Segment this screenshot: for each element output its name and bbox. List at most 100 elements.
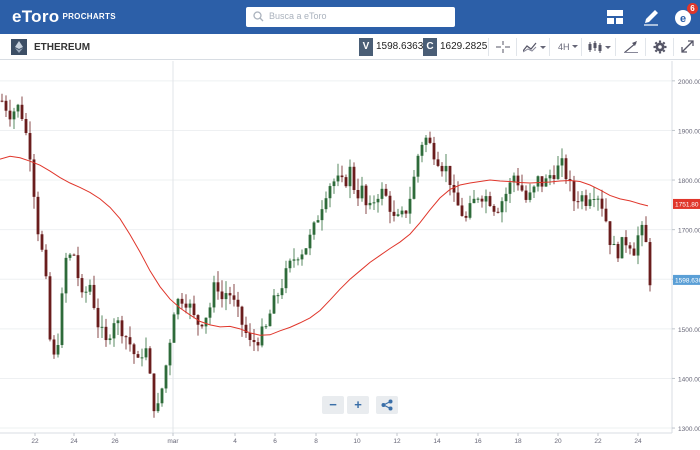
sell-tag: V: [359, 38, 373, 56]
x-tick-label: 14: [433, 438, 441, 445]
candle-body: [428, 137, 432, 143]
candle-body: [80, 278, 84, 293]
drawing-icon: [624, 41, 638, 53]
candle-body: [132, 344, 136, 355]
candle-body: [476, 198, 480, 200]
y-tick-label: 1900.00: [678, 128, 700, 135]
timeframe-select[interactable]: 4H: [549, 38, 581, 56]
candle-body: [12, 111, 16, 120]
x-tick-label: 6: [273, 438, 277, 445]
candle-body: [388, 195, 392, 212]
logo-subtitle: PROCHARTS: [62, 12, 116, 21]
candle-body: [648, 242, 652, 286]
chart-type-select[interactable]: [581, 38, 615, 56]
candle-body: [144, 348, 148, 358]
chart-canvas[interactable]: 1300.001400.001500.001600.001700.001800.…: [0, 61, 700, 445]
candle-body: [548, 175, 552, 179]
candle-body: [540, 176, 544, 187]
candle-body: [420, 144, 424, 156]
candlestick-icon: [588, 41, 611, 53]
candle-body: [232, 295, 236, 300]
candle-body: [264, 326, 268, 328]
candle-body: [308, 234, 312, 249]
x-tick-label: 10: [353, 438, 361, 445]
sell-price[interactable]: V 1598.6363: [359, 38, 423, 56]
logo-text: eToro: [12, 7, 60, 26]
candle-body: [312, 222, 316, 235]
candle-body: [40, 234, 44, 250]
layout-icon[interactable]: [605, 7, 625, 27]
candle-body: [260, 326, 264, 346]
candle-body: [88, 284, 92, 292]
candle-body: [112, 323, 116, 339]
candle-body: [496, 211, 500, 213]
candle-body: [300, 254, 304, 260]
candle-body: [192, 303, 196, 316]
share-button[interactable]: [376, 396, 398, 414]
candle-body: [640, 224, 644, 236]
candle-body: [16, 104, 20, 112]
candle-body: [220, 291, 224, 300]
instrument-name[interactable]: ETHEREUM: [34, 42, 90, 53]
candle-body: [4, 100, 8, 111]
candle-body: [408, 198, 412, 214]
notification-badge: 6: [687, 3, 698, 14]
settings-button[interactable]: [645, 38, 673, 56]
candle-body: [348, 166, 352, 187]
candle-body: [620, 237, 624, 259]
search-placeholder: Busca a eToro: [269, 11, 327, 21]
candle-body: [48, 276, 52, 340]
candle-body: [60, 293, 64, 346]
y-tick-label: 1300.00: [678, 426, 700, 433]
candle-body: [156, 403, 160, 412]
candle-body: [412, 176, 416, 199]
etoro-logo[interactable]: eToro PROCHARTS: [12, 7, 116, 27]
search-input[interactable]: Busca a eToro: [246, 7, 455, 27]
candle-body: [92, 284, 96, 308]
pen-icon[interactable]: [641, 7, 661, 27]
candle-body: [592, 198, 596, 200]
indicators-button[interactable]: [516, 38, 549, 56]
candle-body: [392, 211, 396, 216]
candle-body: [584, 195, 588, 206]
candle-body: [108, 338, 112, 341]
candle-body: [172, 314, 176, 343]
candle-body: [644, 224, 648, 243]
candle-body: [204, 317, 208, 327]
candle-body: [328, 186, 332, 199]
candle-body: [252, 339, 256, 343]
candle-body: [488, 196, 492, 206]
candle-body: [484, 196, 488, 202]
buy-tag: C: [423, 38, 437, 56]
candle-body: [528, 192, 532, 200]
gear-icon: [653, 40, 667, 54]
candle-body: [468, 203, 472, 218]
candle-body: [364, 185, 368, 206]
zoom-out-button[interactable]: −: [322, 396, 344, 414]
candle-body: [256, 342, 260, 346]
candle-body: [304, 248, 308, 255]
candle-body: [212, 282, 216, 308]
buy-price[interactable]: C 1629.2825: [423, 38, 487, 56]
zoom-in-button[interactable]: +: [347, 396, 369, 414]
y-tick-label: 1800.00: [678, 178, 700, 185]
candle-body: [116, 320, 120, 324]
candle-body: [464, 215, 468, 218]
candle-body: [104, 326, 108, 341]
candle-body: [8, 110, 12, 120]
candle-body: [64, 257, 68, 294]
fullscreen-button[interactable]: [673, 38, 700, 56]
drawing-tools-button[interactable]: [615, 38, 645, 56]
candle-body: [536, 176, 540, 187]
candle-body: [336, 175, 340, 182]
candle-body: [576, 201, 580, 203]
candle-body: [248, 332, 252, 340]
price-chart[interactable]: 1300.001400.001500.001600.001700.001800.…: [0, 61, 700, 445]
candle-body: [480, 198, 484, 202]
candle-body: [516, 175, 520, 186]
crosshair-button[interactable]: [488, 38, 516, 56]
top-bar: eToro PROCHARTS Busca a eToro e 6: [0, 0, 700, 34]
candle-body: [556, 165, 560, 179]
candle-body: [72, 254, 76, 256]
candle-body: [368, 202, 372, 206]
